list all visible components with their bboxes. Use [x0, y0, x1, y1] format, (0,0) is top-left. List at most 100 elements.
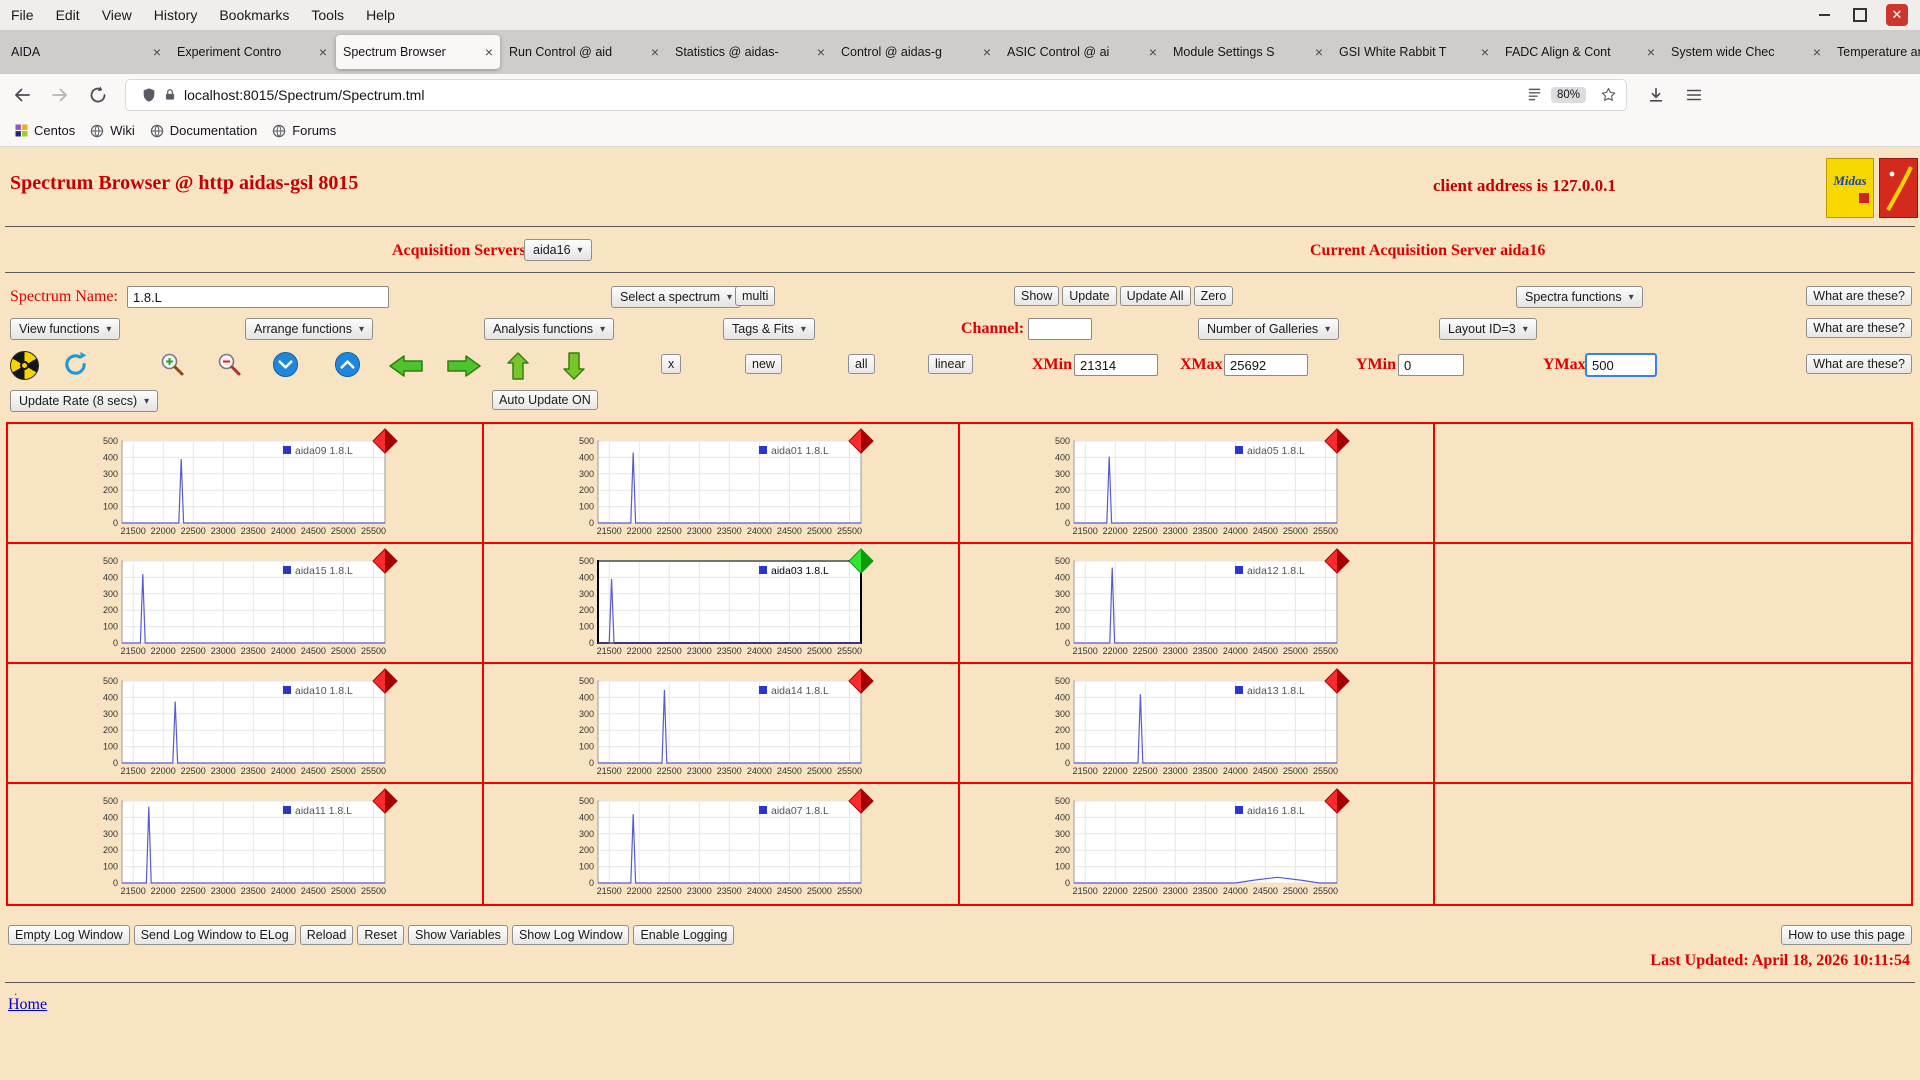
reload-button[interactable] — [82, 79, 114, 111]
bookmark-centos[interactable]: Centos — [15, 123, 75, 138]
tab-close-icon[interactable]: × — [1481, 44, 1489, 60]
xmax-input[interactable] — [1224, 354, 1308, 376]
spectrum-aida16-1-8-l[interactable]: 0 100 200 300 400 500 21500 22000 22500 23000 2350… — [1038, 788, 1352, 903]
radiation-icon[interactable] — [10, 351, 39, 380]
tab-control-aidas-g[interactable]: Control @ aidas-g × — [834, 35, 998, 69]
empty-log-window-button[interactable]: Empty Log Window — [8, 925, 130, 945]
menu-help[interactable]: Help — [355, 7, 406, 23]
ymax-input[interactable] — [1585, 353, 1657, 377]
show-log-window-button[interactable]: Show Log Window — [511, 925, 630, 945]
tab-module-settings-s[interactable]: Module Settings S × — [1166, 35, 1330, 69]
enable-logging-button[interactable]: Enable Logging — [633, 925, 735, 945]
update-all-button[interactable]: Update All — [1119, 286, 1191, 306]
menu-file[interactable]: File — [0, 7, 45, 23]
auto-update-button[interactable]: Auto Update ON — [492, 390, 598, 410]
arrow-left-icon[interactable] — [388, 354, 424, 378]
menu-history[interactable]: History — [143, 7, 209, 23]
minimize-button[interactable] — [1814, 5, 1834, 25]
tags-fits-select[interactable]: Tags & Fits ▾ — [723, 318, 815, 340]
zoom-level-badge[interactable]: 80% — [1550, 86, 1586, 103]
send-log-window-to-elog-button[interactable]: Send Log Window to ELog — [133, 925, 296, 945]
analysis-functions-select[interactable]: Analysis functions ▾ — [484, 318, 615, 340]
arrow-up-icon[interactable] — [506, 351, 530, 381]
multi-button[interactable]: multi — [735, 286, 776, 306]
channel-input[interactable] — [1028, 318, 1092, 340]
scroll-down-icon[interactable] — [272, 351, 299, 378]
tab-close-icon[interactable]: × — [153, 44, 161, 60]
url-bar[interactable]: localhost:8015/Spectrum/Spectrum.tml 80% — [126, 79, 1626, 110]
spectrum-aida03-1-8-l[interactable]: 0 100 200 300 400 500 21500 22000 22500 23000 2350… — [562, 548, 876, 663]
tab-close-icon[interactable]: × — [983, 44, 991, 60]
zoom-out-icon[interactable] — [215, 350, 243, 378]
tab-close-icon[interactable]: × — [319, 44, 327, 60]
spectrum-name-input[interactable] — [127, 286, 389, 308]
tab-close-icon[interactable]: × — [1647, 44, 1655, 60]
view-functions-select[interactable]: View functions ▾ — [10, 318, 121, 340]
linear-button[interactable]: linear — [928, 354, 973, 374]
arrange-functions-select[interactable]: Arrange functions ▾ — [245, 318, 374, 340]
home-link[interactable]: Home — [8, 996, 47, 1014]
acquisition-server-select[interactable]: aida16 ▾ — [524, 239, 592, 261]
spectra-functions-select[interactable]: Spectra functions ▾ — [1516, 286, 1643, 308]
how-to-use-button[interactable]: How to use this page — [1781, 925, 1912, 945]
spectrum-aida14-1-8-l[interactable]: 0 100 200 300 400 500 21500 22000 22500 23000 2350… — [562, 668, 876, 783]
maximize-button[interactable] — [1850, 5, 1870, 25]
reload-button[interactable]: Reload — [299, 925, 354, 945]
select-spectrum-dropdown[interactable]: Select a spectrum ▾ — [611, 286, 742, 308]
what-are-these-button-3[interactable]: What are these? — [1806, 354, 1912, 374]
tab-close-icon[interactable]: × — [1315, 44, 1323, 60]
bookmark-forums[interactable]: Forums — [272, 123, 336, 138]
bookmark-documentation[interactable]: Documentation — [150, 123, 257, 138]
spectrum-aida05-1-8-l[interactable]: 0 100 200 300 400 500 21500 22000 22500 23000 2350… — [1038, 428, 1352, 543]
tab-close-icon[interactable]: × — [485, 44, 493, 60]
fair-gsi-logo[interactable] — [1879, 158, 1918, 218]
new-button[interactable]: new — [745, 354, 782, 374]
zero-button[interactable]: Zero — [1193, 286, 1234, 306]
tab-close-icon[interactable]: × — [1149, 44, 1157, 60]
update-button[interactable]: Update — [1062, 286, 1117, 306]
tab-system-wide-chec[interactable]: System wide Chec × — [1664, 35, 1828, 69]
menu-button[interactable] — [1678, 79, 1710, 111]
tab-statistics-aidas[interactable]: Statistics @ aidas- × — [668, 35, 832, 69]
tab-asic-control-ai[interactable]: ASIC Control @ ai × — [1000, 35, 1164, 69]
tab-gsi-white-rabbit-t[interactable]: GSI White Rabbit T × — [1332, 35, 1496, 69]
zoom-in-icon[interactable] — [158, 350, 186, 378]
show-variables-button[interactable]: Show Variables — [408, 925, 508, 945]
spectrum-aida07-1-8-l[interactable]: 0 100 200 300 400 500 21500 22000 22500 23000 2350… — [562, 788, 876, 903]
update-rate-select[interactable]: Update Rate (8 secs) ▾ — [10, 390, 159, 412]
menu-view[interactable]: View — [91, 7, 143, 23]
site-security-lock-icon[interactable] — [163, 88, 177, 102]
spectrum-aida10-1-8-l[interactable]: 0 100 200 300 400 500 21500 22000 22500 23000 2350… — [86, 668, 400, 783]
x-axis-button[interactable]: x — [661, 354, 682, 374]
spectrum-aida11-1-8-l[interactable]: 0 100 200 300 400 500 21500 22000 22500 23000 2350… — [86, 788, 400, 903]
menu-edit[interactable]: Edit — [45, 7, 91, 23]
tab-run-control-aid[interactable]: Run Control @ aid × — [502, 35, 666, 69]
spectrum-aida09-1-8-l[interactable]: 0 100 200 300 400 500 21500 22000 22500 23000 2350… — [86, 428, 400, 543]
tab-fadc-align-cont[interactable]: FADC Align & Cont × — [1498, 35, 1662, 69]
show-button[interactable]: Show — [1014, 286, 1060, 306]
tab-close-icon[interactable]: × — [651, 44, 659, 60]
bookmark-wiki[interactable]: Wiki — [90, 123, 135, 138]
back-button[interactable] — [6, 79, 38, 111]
arrow-right-icon[interactable] — [446, 354, 482, 378]
arrow-down-icon[interactable] — [562, 351, 586, 381]
tab-close-icon[interactable]: × — [1813, 44, 1821, 60]
spectrum-aida15-1-8-l[interactable]: 0 100 200 300 400 500 21500 22000 22500 23000 2350… — [86, 548, 400, 663]
layout-id-select[interactable]: Layout ID=3 ▾ — [1439, 318, 1537, 340]
reset-button[interactable]: Reset — [357, 925, 404, 945]
what-are-these-button-2[interactable]: What are these? — [1806, 318, 1912, 338]
close-window-button[interactable]: ✕ — [1886, 4, 1908, 26]
tab-close-icon[interactable]: × — [817, 44, 825, 60]
ymin-input[interactable] — [1398, 354, 1464, 376]
spectrum-aida12-1-8-l[interactable]: 0 100 200 300 400 500 21500 22000 22500 23000 2350… — [1038, 548, 1352, 663]
tab-aida[interactable]: AIDA × — [4, 35, 168, 69]
forward-button[interactable] — [44, 79, 76, 111]
menu-tools[interactable]: Tools — [300, 7, 355, 23]
reader-mode-icon[interactable] — [1526, 86, 1543, 103]
midas-logo[interactable]: Midas — [1826, 158, 1874, 218]
xmin-input[interactable] — [1074, 354, 1158, 376]
spectrum-aida01-1-8-l[interactable]: 0 100 200 300 400 500 21500 22000 22500 23000 2350… — [562, 428, 876, 543]
spectrum-aida13-1-8-l[interactable]: 0 100 200 300 400 500 21500 22000 22500 23000 2350… — [1038, 668, 1352, 783]
tab-temperature-and-s[interactable]: Temperature and s× — [1830, 35, 1920, 69]
menu-bookmarks[interactable]: Bookmarks — [208, 7, 300, 23]
